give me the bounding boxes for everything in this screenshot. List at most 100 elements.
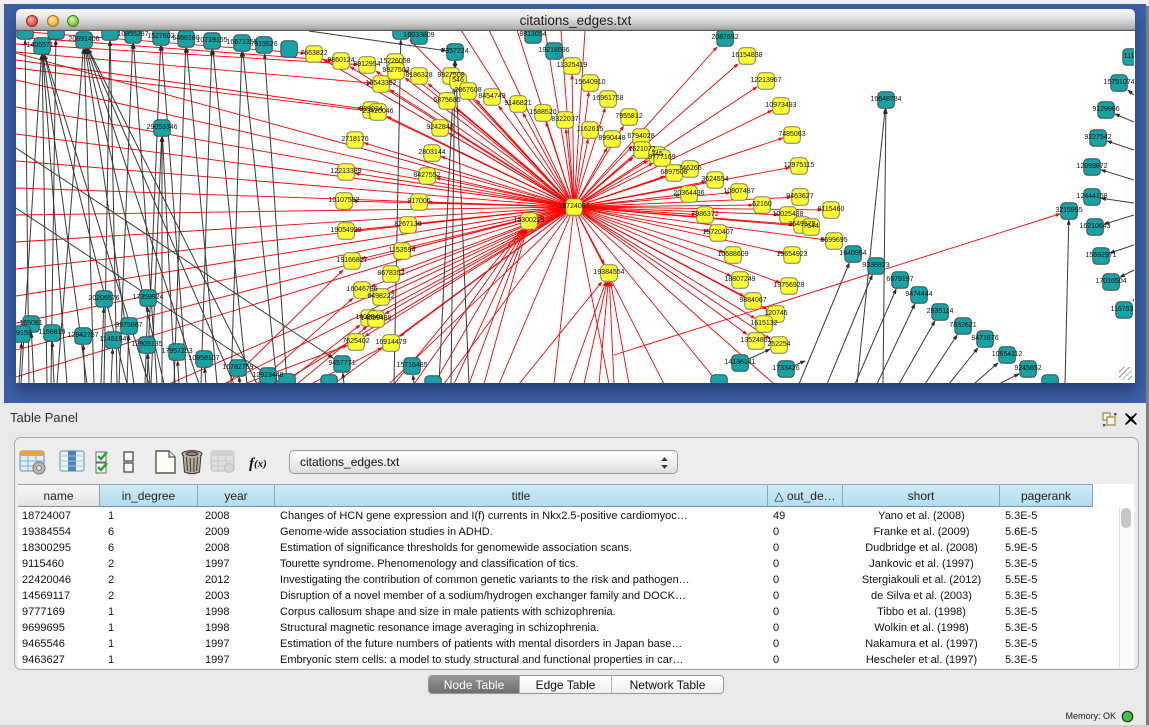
svg-text:29053346: 29053346 (146, 124, 177, 131)
svg-text:9242848: 9242848 (426, 124, 453, 131)
svg-text:1527602: 1527602 (147, 33, 174, 40)
svg-text:16782759: 16782759 (222, 364, 253, 371)
svg-text:8678352: 8678352 (377, 270, 404, 277)
svg-text:10719155: 10719155 (196, 37, 227, 44)
svg-text:10855287: 10855287 (117, 31, 148, 38)
svg-text:16033809: 16033809 (403, 32, 434, 39)
svg-text:10025438: 10025438 (772, 211, 803, 218)
svg-text:18724007: 18724007 (558, 203, 589, 210)
svg-text:15300215: 15300215 (513, 217, 544, 224)
svg-text:1640954: 1640954 (839, 250, 866, 257)
svg-text:62160: 62160 (752, 201, 772, 208)
svg-text:1733426: 1733426 (772, 365, 799, 372)
svg-text:10654112: 10654112 (992, 351, 1023, 358)
svg-text:8267130: 8267130 (394, 221, 421, 228)
svg-text:15716485: 15716485 (396, 362, 427, 369)
svg-text:19756928: 19756928 (773, 282, 804, 289)
svg-text:1145194: 1145194 (100, 336, 127, 343)
svg-text:(x): (x) (254, 458, 267, 470)
svg-text:9115460: 9115460 (818, 206, 845, 213)
svg-text:2803144: 2803144 (418, 149, 445, 156)
svg-text:15720407: 15720407 (702, 229, 733, 236)
svg-text:6897508: 6897508 (660, 169, 687, 176)
svg-text:9474444: 9474444 (905, 291, 932, 298)
svg-text:7515526: 7515526 (250, 41, 277, 48)
svg-text:17016504: 17016504 (1095, 278, 1126, 285)
svg-text:7625402: 7625402 (342, 338, 369, 345)
svg-text:5875685: 5875685 (433, 97, 460, 104)
svg-text:19218596: 19218596 (538, 47, 569, 54)
svg-text:7644: 7644 (803, 223, 819, 230)
svg-text:17957253: 17957253 (161, 348, 192, 355)
svg-text:20206576: 20206576 (88, 295, 119, 302)
svg-text:14055712: 14055712 (26, 42, 57, 49)
svg-text:16046796: 16046796 (346, 286, 377, 293)
svg-text:1615132: 1615132 (750, 320, 777, 327)
svg-text:6679197: 6679197 (886, 276, 913, 283)
svg-text:16961758: 16961758 (592, 95, 623, 102)
svg-text:9129966: 9129966 (1092, 106, 1119, 113)
svg-text:12444158: 12444158 (1076, 193, 1107, 200)
svg-text:1117: 1117 (1124, 53, 1134, 60)
svg-text:16210643: 16210643 (1079, 223, 1110, 230)
svg-text:10688609: 10688609 (717, 251, 748, 258)
svg-text:10807487: 10807487 (723, 188, 754, 195)
svg-text:1156819: 1156819 (39, 329, 66, 336)
svg-text:23420046: 23420046 (362, 108, 393, 115)
svg-text:9338923: 9338923 (862, 262, 889, 269)
svg-text:16154838: 16154838 (731, 52, 762, 59)
svg-text:9699695: 9699695 (820, 237, 847, 244)
svg-text:3215955: 3215955 (1055, 207, 1082, 214)
svg-text:12923448: 12923448 (252, 372, 283, 379)
svg-text:7632621: 7632621 (949, 322, 976, 329)
svg-text:12213967: 12213967 (750, 77, 781, 84)
svg-text:9457771: 9457771 (328, 360, 355, 367)
svg-text:8813054: 8813054 (519, 31, 546, 38)
svg-text:1167533: 1167533 (1111, 306, 1134, 313)
svg-text:11325419: 11325419 (557, 62, 588, 69)
svg-text:9463627: 9463627 (786, 193, 813, 200)
svg-text:10973493: 10973493 (765, 102, 796, 109)
svg-text:9884067: 9884067 (739, 297, 766, 304)
svg-text:9860124: 9860124 (327, 57, 354, 64)
svg-text:16648784: 16648784 (870, 96, 901, 103)
svg-text:8454749: 8454749 (478, 93, 505, 100)
svg-text:12975115: 12975115 (784, 162, 815, 169)
svg-text:12093872: 12093872 (1076, 163, 1107, 170)
svg-text:18807249: 18807249 (724, 276, 755, 283)
svg-text:39159: 39159 (16, 330, 32, 337)
svg-text:8322037: 8322037 (551, 116, 578, 123)
svg-text:20691406: 20691406 (68, 36, 99, 43)
svg-text:546: 546 (452, 77, 464, 84)
svg-text:165081: 165081 (19, 320, 42, 327)
svg-text:3624554: 3624554 (701, 176, 728, 183)
svg-text:17359924: 17359924 (132, 294, 163, 301)
svg-text:15640910: 15640910 (574, 79, 605, 86)
svg-text:2935114: 2935114 (927, 308, 954, 315)
svg-text:19384554: 19384554 (593, 269, 624, 276)
svg-text:917006: 917006 (407, 198, 430, 205)
svg-text:8471676: 8471676 (971, 335, 998, 342)
svg-text:14099489: 14099489 (360, 315, 391, 322)
svg-text:19166827: 19166827 (336, 257, 367, 264)
svg-text:9245652: 9245652 (1014, 365, 1041, 372)
svg-text:14136141: 14136141 (724, 359, 755, 366)
svg-text:8186328: 8186328 (405, 72, 432, 79)
svg-text:120746: 120746 (764, 310, 787, 317)
svg-text:15692971: 15692971 (1085, 252, 1116, 259)
svg-text:9146821: 9146821 (504, 100, 531, 107)
svg-text:9777169: 9777169 (648, 154, 675, 161)
svg-text:1162615: 1162615 (577, 126, 604, 133)
svg-text:8427552: 8427552 (413, 172, 440, 179)
svg-text:16914479: 16914479 (375, 339, 406, 346)
svg-text:7485063: 7485063 (778, 131, 805, 138)
svg-text:7986372: 7986372 (691, 211, 718, 218)
svg-text:9975867: 9975867 (115, 322, 142, 329)
svg-text:20364436: 20364436 (673, 190, 704, 197)
svg-text:7663822: 7663822 (300, 50, 327, 57)
svg-text:1153594: 1153594 (389, 247, 416, 254)
svg-text:16543382: 16543382 (365, 80, 396, 87)
svg-text:7357224: 7357224 (441, 48, 468, 55)
svg-text:7955812: 7955812 (615, 113, 642, 120)
svg-text:9227542: 9227542 (1084, 134, 1111, 141)
